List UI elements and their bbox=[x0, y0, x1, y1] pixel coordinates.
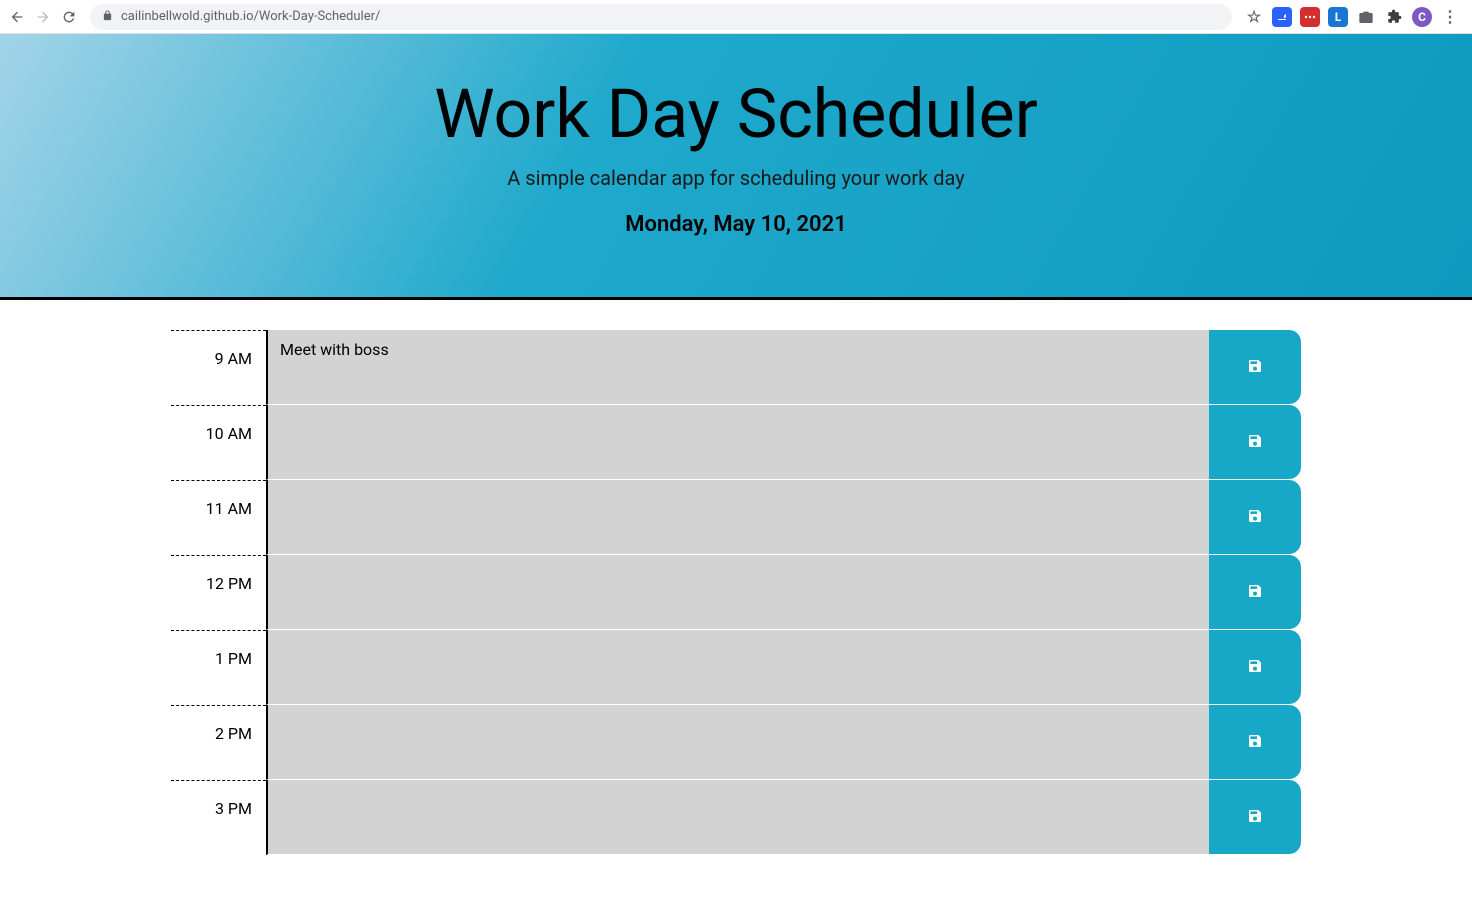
page-subtitle: A simple calendar app for scheduling you… bbox=[20, 166, 1452, 190]
camera-extension-icon[interactable] bbox=[1356, 7, 1376, 27]
current-date: Monday, May 10, 2021 bbox=[20, 212, 1452, 237]
save-button[interactable] bbox=[1209, 555, 1301, 629]
save-icon bbox=[1247, 433, 1263, 452]
hour-label: 12 PM bbox=[171, 555, 266, 630]
save-icon bbox=[1247, 658, 1263, 677]
event-input[interactable] bbox=[266, 780, 1209, 855]
save-icon bbox=[1247, 808, 1263, 827]
hour-label: 10 AM bbox=[171, 405, 266, 480]
event-input[interactable] bbox=[266, 705, 1209, 780]
browser-chrome: cailinbellwold.github.io/Work-Day-Schedu… bbox=[0, 0, 1472, 34]
page-title: Work Day Scheduler bbox=[20, 74, 1452, 154]
url-text: cailinbellwold.github.io/Work-Day-Schedu… bbox=[121, 9, 380, 24]
time-block: 2 PM bbox=[171, 705, 1301, 780]
event-input[interactable] bbox=[266, 480, 1209, 555]
time-block: 12 PM bbox=[171, 555, 1301, 630]
save-button[interactable] bbox=[1209, 405, 1301, 479]
forward-button[interactable] bbox=[34, 8, 52, 26]
extensions-icon[interactable] bbox=[1384, 7, 1404, 27]
hour-label: 9 AM bbox=[171, 330, 266, 405]
header-jumbotron: Work Day Scheduler A simple calendar app… bbox=[0, 34, 1472, 300]
back-button[interactable] bbox=[8, 8, 26, 26]
save-button[interactable] bbox=[1209, 630, 1301, 704]
event-input[interactable] bbox=[266, 555, 1209, 630]
zoom-extension-icon[interactable] bbox=[1272, 7, 1292, 27]
hour-label: 1 PM bbox=[171, 630, 266, 705]
chrome-actions: ☆ L C ⋮ bbox=[1244, 7, 1464, 27]
chrome-menu-icon[interactable]: ⋮ bbox=[1440, 7, 1460, 27]
save-icon bbox=[1247, 583, 1263, 602]
save-button[interactable] bbox=[1209, 480, 1301, 554]
hour-label: 3 PM bbox=[171, 780, 266, 855]
time-block: 3 PM bbox=[171, 780, 1301, 855]
reload-button[interactable] bbox=[60, 8, 78, 26]
lock-icon bbox=[102, 10, 113, 24]
time-block: 11 AM bbox=[171, 480, 1301, 555]
event-input[interactable] bbox=[266, 630, 1209, 705]
save-button[interactable] bbox=[1209, 330, 1301, 404]
profile-avatar[interactable]: C bbox=[1412, 7, 1432, 27]
nav-buttons bbox=[8, 8, 78, 26]
time-block: 10 AM bbox=[171, 405, 1301, 480]
save-icon bbox=[1247, 358, 1263, 377]
save-icon bbox=[1247, 508, 1263, 527]
time-block: 1 PM bbox=[171, 630, 1301, 705]
url-bar[interactable]: cailinbellwold.github.io/Work-Day-Schedu… bbox=[90, 4, 1232, 30]
schedule-container: 9 AM10 AM11 AM12 PM1 PM2 PM3 PM bbox=[171, 330, 1301, 855]
page-viewport[interactable]: Work Day Scheduler A simple calendar app… bbox=[0, 34, 1472, 923]
bookmark-star-icon[interactable]: ☆ bbox=[1244, 7, 1264, 27]
hour-label: 11 AM bbox=[171, 480, 266, 555]
save-button[interactable] bbox=[1209, 780, 1301, 854]
l-extension-icon[interactable]: L bbox=[1328, 7, 1348, 27]
time-block: 9 AM bbox=[171, 330, 1301, 405]
save-icon bbox=[1247, 733, 1263, 752]
event-input[interactable] bbox=[266, 330, 1209, 405]
event-input[interactable] bbox=[266, 405, 1209, 480]
hour-label: 2 PM bbox=[171, 705, 266, 780]
lastpass-extension-icon[interactable] bbox=[1300, 7, 1320, 27]
save-button[interactable] bbox=[1209, 705, 1301, 779]
